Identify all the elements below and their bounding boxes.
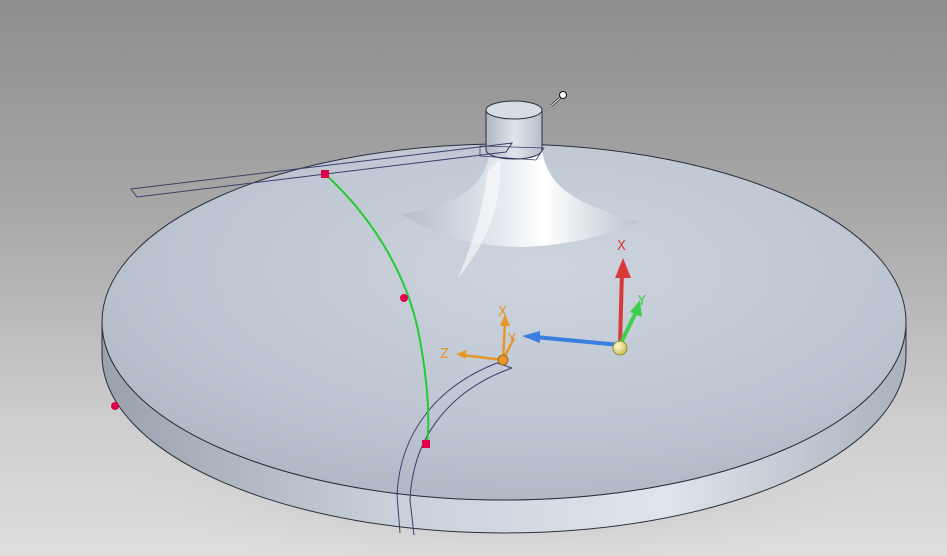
triad-x-label: X (617, 239, 626, 254)
model-view-canvas[interactable]: X Y X Y Z (0, 0, 947, 556)
secondary-triad-z-label: Z (440, 347, 449, 362)
triad-y-label: Y (637, 294, 646, 309)
secondary-triad-x-label: X (498, 305, 507, 320)
curve-end-point-bottom[interactable] (422, 440, 430, 448)
cad-3d-viewport[interactable]: X Y X Y Z (0, 0, 947, 556)
isolated-point[interactable] (111, 402, 119, 410)
curve-end-point-top[interactable] (321, 170, 329, 178)
secondary-triad-y-label: Y (507, 332, 516, 347)
curve-mid-point[interactable] (400, 294, 408, 302)
top-boss-face[interactable] (485, 100, 543, 120)
triad-origin-ball (612, 340, 628, 356)
pin-cursor-icon (550, 91, 567, 107)
